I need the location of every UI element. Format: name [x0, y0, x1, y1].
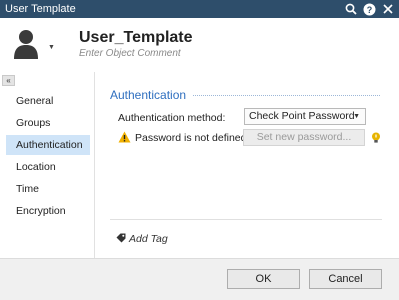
chevron-down-icon[interactable]: ▼: [48, 44, 55, 51]
close-icon[interactable]: [380, 1, 396, 17]
lightbulb-icon[interactable]: [371, 132, 381, 143]
svg-text:?: ?: [366, 5, 372, 15]
collapse-sidebar-button[interactable]: «: [2, 75, 15, 86]
warning-icon: [118, 131, 131, 143]
ok-button[interactable]: OK: [227, 269, 300, 289]
add-tag-link[interactable]: Add Tag: [129, 233, 168, 245]
sidebar-item-encryption[interactable]: Encryption: [6, 201, 90, 221]
chevron-down-icon: ▼: [353, 113, 360, 120]
sidebar-divider: [94, 72, 95, 258]
tag-divider: [110, 219, 382, 220]
sidebar-item-groups[interactable]: Groups: [6, 113, 90, 133]
sidebar-item-general[interactable]: General: [6, 91, 90, 111]
window-title: User Template: [5, 3, 76, 15]
set-password-button[interactable]: Set new password...: [243, 129, 365, 146]
object-header: ▼ User_Template Enter Object Comment: [0, 18, 399, 70]
search-icon[interactable]: [343, 1, 359, 17]
sidebar-item-location[interactable]: Location: [6, 157, 90, 177]
help-icon[interactable]: ?: [361, 1, 377, 17]
tag-icon[interactable]: [116, 233, 126, 243]
password-warning-text: Password is not defined: [135, 132, 247, 144]
section-divider: [193, 95, 380, 96]
object-name[interactable]: User_Template: [79, 29, 193, 47]
comment-field[interactable]: Enter Object Comment: [79, 48, 181, 59]
section-title: Authentication: [110, 88, 187, 102]
cancel-button[interactable]: Cancel: [309, 269, 382, 289]
sidebar-item-time[interactable]: Time: [6, 179, 90, 199]
auth-method-select[interactable]: Check Point Password ▼: [244, 108, 366, 125]
user-avatar-icon[interactable]: [13, 28, 39, 60]
auth-method-value: Check Point Password: [249, 110, 355, 122]
title-bar: User Template ?: [0, 0, 399, 18]
sidebar-nav: General Groups Authentication Location T…: [0, 88, 93, 258]
sidebar-item-authentication[interactable]: Authentication: [6, 135, 90, 155]
auth-method-label: Authentication method:: [118, 112, 226, 124]
